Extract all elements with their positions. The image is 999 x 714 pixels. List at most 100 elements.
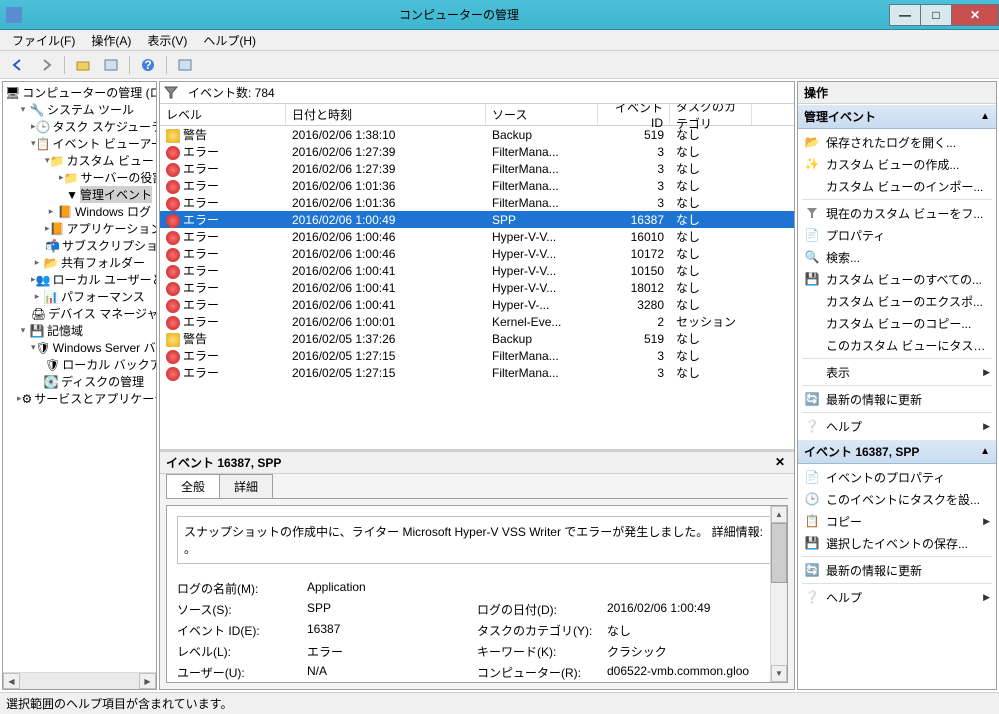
action-save-all[interactable]: 💾カスタム ビューのすべての... <box>798 268 996 290</box>
scroll-left-icon[interactable]: ◀ <box>3 673 20 689</box>
event-row[interactable]: エラー2016/02/06 1:00:41Hyper-V-V...18012なし <box>160 279 794 296</box>
action-save-selected[interactable]: 💾選択したイベントの保存... <box>798 532 996 554</box>
datetime-text: 2016/02/06 1:27:39 <box>286 145 486 159</box>
scroll-up-icon[interactable]: ▲ <box>771 506 787 523</box>
open-button[interactable] <box>71 54 95 76</box>
action-refresh[interactable]: 🔄最新の情報に更新 <box>798 388 996 410</box>
event-row[interactable]: エラー2016/02/06 1:00:41Hyper-V-V...10150なし <box>160 262 794 279</box>
datetime-text: 2016/02/06 1:00:49 <box>286 213 486 227</box>
event-row[interactable]: エラー2016/02/05 1:27:15FilterMana...3なし <box>160 364 794 381</box>
tree-app-services[interactable]: ▸📙アプリケーションとサービ <box>3 220 156 237</box>
tree-event-viewer[interactable]: ▾📋イベント ビューアー <box>3 135 156 152</box>
scroll-down-icon[interactable]: ▼ <box>771 665 787 682</box>
tree-subscriptions[interactable]: 📬サブスクリプション <box>3 237 156 254</box>
tree-custom-views[interactable]: ▾📁カスタム ビュー <box>3 152 156 169</box>
close-button[interactable]: ✕ <box>951 4 999 26</box>
expand-icon[interactable]: ▸ <box>45 206 57 218</box>
tab-general[interactable]: 全般 <box>166 474 220 498</box>
event-row[interactable]: エラー2016/02/06 1:00:01Kernel-Eve...2セッション <box>160 313 794 330</box>
action-import-custom-view[interactable]: カスタム ビューのインポー... <box>798 175 996 197</box>
action-attach-task-event[interactable]: 🕒このイベントにタスクを設... <box>798 488 996 510</box>
console-button[interactable] <box>99 54 123 76</box>
expand-icon[interactable]: ▸ <box>31 291 43 303</box>
action-view[interactable]: 表示▶ <box>798 361 996 383</box>
menu-action[interactable]: 操作(A) <box>83 30 139 51</box>
tree-services-apps[interactable]: ▸⚙サービスとアプリケーション <box>3 390 156 407</box>
detail-close-button[interactable]: ✕ <box>772 455 788 471</box>
actions-title: 操作 <box>798 82 996 104</box>
save-icon: 💾 <box>804 535 820 551</box>
save-icon: 💾 <box>804 271 820 287</box>
action-create-custom-view[interactable]: ✨カスタム ビューの作成... <box>798 153 996 175</box>
action-attach-task[interactable]: このカスタム ビューにタスク... <box>798 334 996 356</box>
collapse-icon[interactable]: ▾ <box>17 104 29 116</box>
col-source[interactable]: ソース <box>486 104 598 125</box>
collapse-icon[interactable]: ▲ <box>980 111 990 122</box>
category-text: なし <box>670 194 752 211</box>
tree-admin-events[interactable]: ▼管理イベント <box>3 186 156 203</box>
tree-disk-mgmt[interactable]: 💽ディスクの管理 <box>3 373 156 390</box>
tree-system-tools[interactable]: ▾🔧システム ツール <box>3 101 156 118</box>
event-id-text: 519 <box>598 128 670 142</box>
detail-vscrollbar[interactable]: ▲ ▼ <box>770 506 787 682</box>
forward-button[interactable] <box>34 54 58 76</box>
expand-icon[interactable]: ▸ <box>31 257 43 269</box>
tree-ws-backup[interactable]: ▾🛡Windows Server バック <box>3 339 156 356</box>
tree-server-roles[interactable]: ▸📁サーバーの役割 <box>3 169 156 186</box>
action-export-custom-view[interactable]: カスタム ビューのエクスポ... <box>798 290 996 312</box>
tree-task-scheduler[interactable]: ▸🕒タスク スケジューラ <box>3 118 156 135</box>
event-row[interactable]: エラー2016/02/06 1:00:46Hyper-V-V...10172なし <box>160 245 794 262</box>
source-text: FilterMana... <box>486 179 598 193</box>
action-event-properties[interactable]: 📄イベントのプロパティ <box>798 466 996 488</box>
action-properties[interactable]: 📄プロパティ <box>798 224 996 246</box>
event-row[interactable]: 警告2016/02/05 1:37:26Backup519なし <box>160 330 794 347</box>
event-row[interactable]: エラー2016/02/06 1:00:41Hyper-V-...3280なし <box>160 296 794 313</box>
event-row[interactable]: エラー2016/02/06 1:27:39FilterMana...3なし <box>160 143 794 160</box>
tree-storage[interactable]: ▾💾記憶域 <box>3 322 156 339</box>
action-find[interactable]: 🔍検索... <box>798 246 996 268</box>
back-button[interactable] <box>6 54 30 76</box>
level-text: エラー <box>183 264 219 278</box>
event-row[interactable]: エラー2016/02/06 1:01:36FilterMana...3なし <box>160 177 794 194</box>
action-open-saved-log[interactable]: 📂保存されたログを開く... <box>798 131 996 153</box>
tree-performance[interactable]: ▸📊パフォーマンス <box>3 288 156 305</box>
event-row[interactable]: エラー2016/02/06 1:00:49SPP16387なし <box>160 211 794 228</box>
menu-file[interactable]: ファイル(F) <box>4 30 83 51</box>
event-row[interactable]: エラー2016/02/06 1:00:46Hyper-V-V...16010なし <box>160 228 794 245</box>
col-datetime[interactable]: 日付と時刻 <box>286 104 486 125</box>
event-row[interactable]: エラー2016/02/05 1:27:15FilterMana...3なし <box>160 347 794 364</box>
help-button[interactable]: ? <box>136 54 160 76</box>
tree-local-backup[interactable]: 🛡ローカル バックアップ <box>3 356 156 373</box>
col-event-id[interactable]: イベント ID <box>598 104 670 125</box>
action-refresh2[interactable]: 🔄最新の情報に更新 <box>798 559 996 581</box>
col-level[interactable]: レベル <box>160 104 286 125</box>
menu-view[interactable]: 表示(V) <box>139 30 195 51</box>
refresh-button[interactable] <box>173 54 197 76</box>
tree-root[interactable]: 🖥コンピューターの管理 (ローカル) <box>3 84 156 101</box>
action-copy-custom-view[interactable]: カスタム ビューのコピー... <box>798 312 996 334</box>
collapse-icon[interactable]: ▲ <box>980 446 990 457</box>
maximize-button[interactable]: □ <box>920 4 952 26</box>
menu-help[interactable]: ヘルプ(H) <box>195 30 264 51</box>
event-row[interactable]: エラー2016/02/06 1:27:39FilterMana...3なし <box>160 160 794 177</box>
collapse-icon[interactable]: ▾ <box>17 325 29 337</box>
actions-section-event[interactable]: イベント 16387, SPP ▲ <box>798 439 996 464</box>
tree-device-mgr[interactable]: 🖨デバイス マネージャー <box>3 305 156 322</box>
event-row[interactable]: 警告2016/02/06 1:38:10Backup519なし <box>160 126 794 143</box>
col-category[interactable]: タスクのカテゴリ <box>670 104 752 125</box>
tree-windows-logs[interactable]: ▸📙Windows ログ <box>3 203 156 220</box>
event-body[interactable]: 警告2016/02/06 1:38:10Backup519なしエラー2016/0… <box>160 126 794 449</box>
minimize-button[interactable]: — <box>889 4 921 26</box>
event-row[interactable]: エラー2016/02/06 1:01:36FilterMana...3なし <box>160 194 794 211</box>
tree-local-users[interactable]: ▸👥ローカル ユーザーとグルー <box>3 271 156 288</box>
action-filter-current[interactable]: 現在のカスタム ビューをフ... <box>798 202 996 224</box>
tree-shared-folders[interactable]: ▸📂共有フォルダー <box>3 254 156 271</box>
action-help[interactable]: ❔ヘルプ▶ <box>798 415 996 437</box>
actions-section-admin-events[interactable]: 管理イベント ▲ <box>798 104 996 129</box>
scroll-thumb[interactable] <box>771 523 787 583</box>
scroll-right-icon[interactable]: ▶ <box>139 673 156 689</box>
action-help2[interactable]: ❔ヘルプ▶ <box>798 586 996 608</box>
tab-detail[interactable]: 詳細 <box>219 474 273 498</box>
tree-hscrollbar[interactable]: ◀ ▶ <box>3 672 156 689</box>
action-copy[interactable]: 📋コピー▶ <box>798 510 996 532</box>
